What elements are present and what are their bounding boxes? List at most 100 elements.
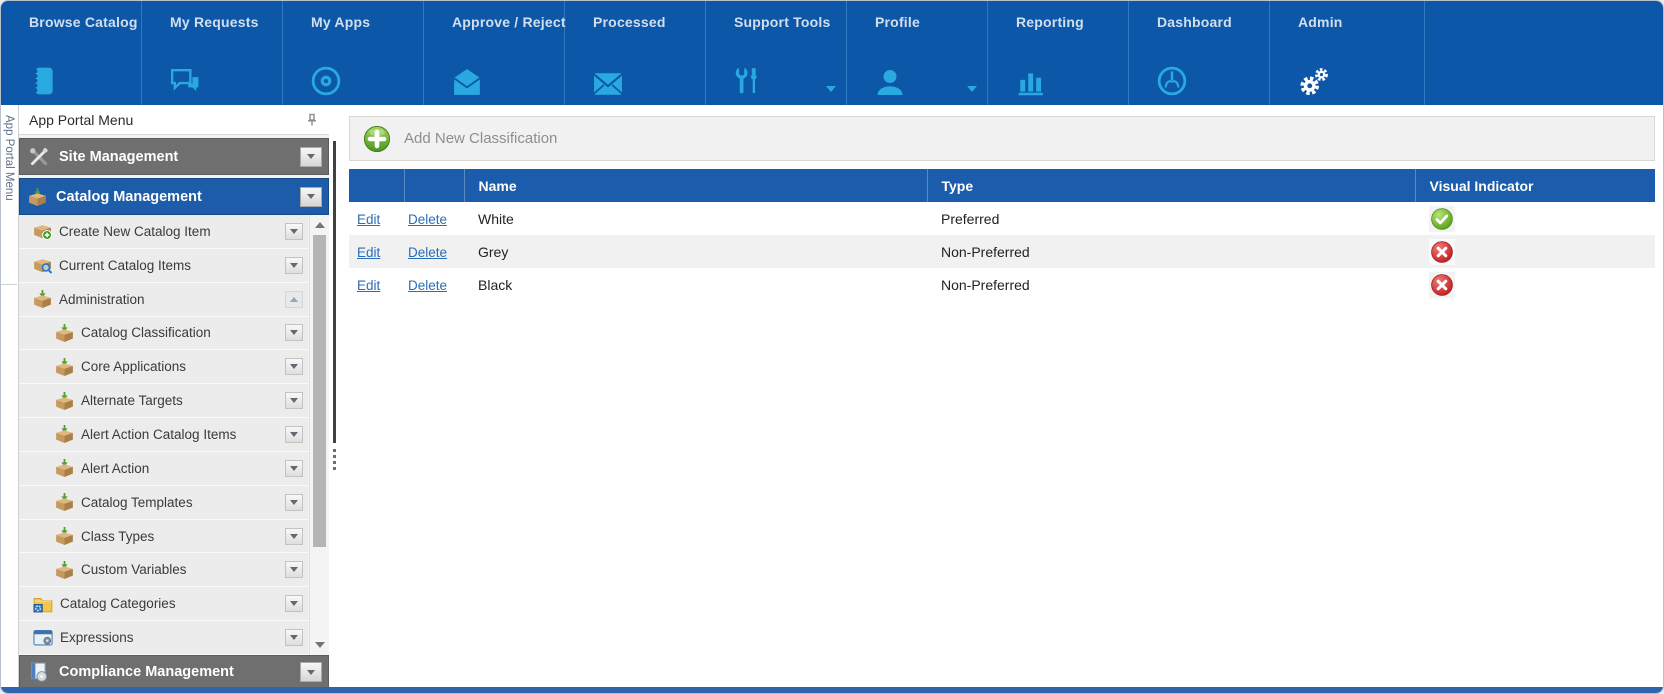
splitter-grip-icon[interactable] (333, 449, 336, 470)
nav-item-reporting[interactable]: Reporting (988, 1, 1129, 105)
sidebar-section-catalog-management[interactable]: Catalog Management (19, 178, 329, 215)
sidebar-item-alert-action[interactable]: Alert Action (19, 452, 308, 486)
expand-button[interactable] (285, 460, 303, 477)
visual-indicator (1429, 239, 1455, 265)
pin-icon (305, 113, 319, 127)
add-new-classification-button[interactable]: Add New Classification (363, 125, 557, 153)
catalog-book-icon (29, 66, 57, 96)
software-box-icon-slot (28, 662, 50, 682)
gauge-icon (1157, 66, 1187, 96)
body: App Portal Menu App Portal Menu Site Man… (1, 105, 1663, 689)
tools-icon-slot (28, 146, 50, 168)
sidebar-item-current-catalog-items[interactable]: Current Catalog Items (19, 249, 308, 283)
expand-button[interactable] (300, 662, 322, 682)
delete-link[interactable]: Delete (408, 212, 447, 227)
toolbar: Add New Classification (349, 116, 1655, 161)
package-icon (55, 459, 74, 477)
nav-item-support-tools[interactable]: Support Tools (706, 1, 847, 105)
mail-icon (593, 72, 623, 96)
nav-item-processed[interactable]: Processed (565, 1, 706, 105)
sidebar-item-core-applications[interactable]: Core Applications (19, 350, 308, 384)
scroll-down-icon[interactable] (310, 637, 329, 653)
nav-item-dashboard[interactable]: Dashboard (1129, 1, 1270, 105)
expand-button[interactable] (285, 223, 303, 240)
sidebar-item-catalog-categories[interactable]: Catalog Categories (19, 587, 308, 621)
cross-icon (1431, 274, 1453, 296)
edit-link[interactable]: Edit (357, 212, 380, 227)
sidebar-item-alternate-targets[interactable]: Alternate Targets (19, 384, 308, 418)
column-header-empty (404, 169, 464, 202)
sidebar-items-list: Create New Catalog Item Current Catalog … (19, 215, 329, 655)
add-icon (363, 125, 391, 153)
gears-icon (1298, 66, 1330, 96)
package-icon (28, 188, 47, 206)
column-header-name: Name (464, 169, 927, 202)
nav-item-my-apps[interactable]: My Apps (283, 1, 424, 105)
edit-link[interactable]: Edit (357, 245, 380, 260)
nav-empty-space (1425, 1, 1663, 105)
pin-button[interactable] (305, 113, 319, 127)
expand-button[interactable] (285, 629, 303, 646)
sidebar-items-region: Create New Catalog Item Current Catalog … (19, 215, 329, 655)
folder-gear-icon (33, 595, 53, 613)
app-portal-window: Browse Catalog My Requests My Apps Appro… (0, 0, 1664, 694)
expand-button[interactable] (285, 324, 303, 341)
classifications-table: NameTypeVisual Indicator Edit Delete Whi… (349, 169, 1655, 301)
nav-item-admin[interactable]: Admin (1270, 1, 1425, 105)
sidebar-item-create-new-catalog-item[interactable]: Create New Catalog Item (19, 215, 308, 249)
scrollbar-thumb[interactable] (313, 235, 326, 547)
sidebar-item-catalog-templates[interactable]: Catalog Templates (19, 486, 308, 520)
sidebar-section-compliance-management[interactable]: Compliance Management (19, 655, 329, 689)
expand-button[interactable] (285, 595, 303, 612)
package-search-icon (33, 256, 52, 274)
disc-icon (311, 66, 341, 96)
expand-button[interactable] (285, 494, 303, 511)
expand-button[interactable] (285, 528, 303, 545)
column-header-type: Type (927, 169, 1415, 202)
app-portal-menu-vertical-tab[interactable]: App Portal Menu (1, 105, 17, 285)
window-icon (33, 630, 53, 646)
main-content: Add New Classification NameTypeVisual In… (341, 105, 1663, 689)
table-row: Edit Delete Black Non-Preferred (349, 268, 1655, 301)
mail-open-icon (452, 68, 482, 96)
panel-splitter[interactable] (329, 105, 341, 689)
expand-button[interactable] (285, 257, 303, 274)
classification-name: Black (464, 268, 927, 301)
table-row: Edit Delete Grey Non-Preferred (349, 235, 1655, 268)
nav-item-browse-catalog[interactable]: Browse Catalog (1, 1, 142, 105)
delete-link[interactable]: Delete (408, 245, 447, 260)
chevron-down-icon (826, 86, 836, 92)
edit-link[interactable]: Edit (357, 278, 380, 293)
tools-icon (28, 146, 50, 168)
sidebar-item-catalog-classification[interactable]: Catalog Classification (19, 317, 308, 351)
nav-item-profile[interactable]: Profile (847, 1, 988, 105)
collapse-button[interactable] (285, 291, 303, 308)
sidebar-item-expressions[interactable]: Expressions (19, 621, 308, 655)
expand-button[interactable] (285, 358, 303, 375)
classification-name: White (464, 202, 927, 235)
expand-button[interactable] (285, 561, 303, 578)
sidebar-item-alert-action-catalog-items[interactable]: Alert Action Catalog Items (19, 418, 308, 452)
chevron-down-icon (967, 86, 977, 92)
expand-button[interactable] (300, 147, 322, 167)
delete-link[interactable]: Delete (408, 278, 447, 293)
scroll-up-icon[interactable] (310, 217, 329, 233)
classification-type: Preferred (927, 202, 1415, 235)
sidebar-item-custom-variables[interactable]: Custom Variables (19, 553, 308, 587)
sidebar-scrollbar[interactable] (309, 215, 329, 655)
sidebar-section-site-management[interactable]: Site Management (19, 138, 329, 175)
expand-button[interactable] (300, 187, 322, 207)
expand-button[interactable] (285, 392, 303, 409)
expand-button[interactable] (285, 426, 303, 443)
sidebar-item-administration[interactable]: Administration (19, 283, 308, 317)
nav-item-my-requests[interactable]: My Requests (142, 1, 283, 105)
check-icon (1431, 208, 1453, 230)
sidebar: App Portal Menu Site Management Catalog … (19, 105, 329, 689)
table-body: Edit Delete White Preferred Edit Delete … (349, 202, 1655, 301)
sidebar-item-class-types[interactable]: Class Types (19, 520, 308, 554)
table-row: Edit Delete White Preferred (349, 202, 1655, 235)
column-header-visual-indicator: Visual Indicator (1415, 169, 1655, 202)
software-box-icon (28, 662, 50, 682)
nav-item-approve-reject[interactable]: Approve / Reject (424, 1, 565, 105)
package-plus-icon (33, 222, 52, 240)
